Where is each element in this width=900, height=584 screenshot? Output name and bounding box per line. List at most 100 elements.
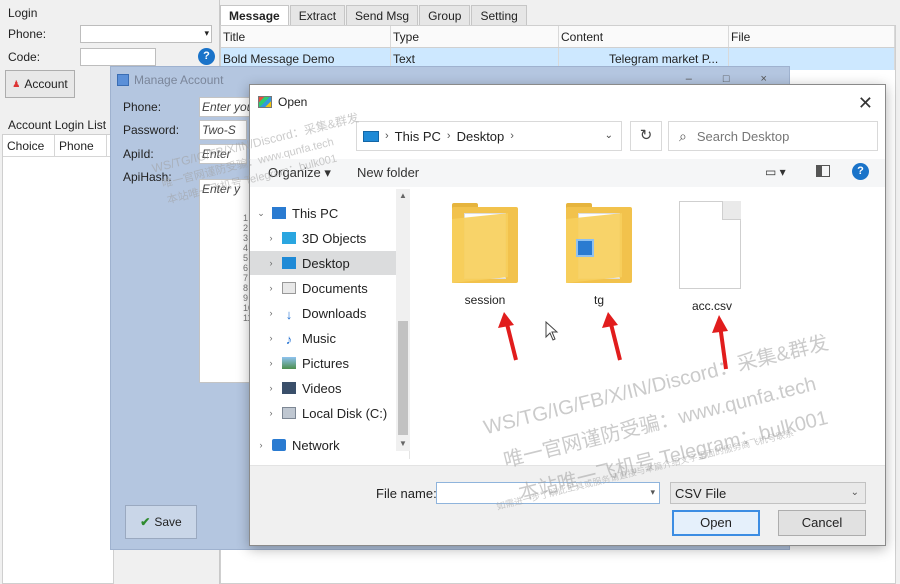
nav-downloads[interactable]: › ↓ Downloads	[250, 301, 396, 325]
chevron-right-icon[interactable]: ›	[266, 233, 276, 243]
chevron-down-icon[interactable]: ⌄	[851, 487, 859, 498]
scroll-down-icon[interactable]: ▼	[399, 439, 407, 448]
mouse-cursor-icon	[545, 321, 559, 341]
nav-pictures[interactable]: › Pictures	[250, 351, 396, 375]
nav-label: This PC	[292, 205, 339, 221]
account-list[interactable]: Choice Phone	[2, 134, 114, 584]
organize-button[interactable]: Organize ▾	[268, 165, 331, 181]
column-content[interactable]: Content	[559, 26, 729, 47]
nav-videos[interactable]: › Videos	[250, 376, 396, 400]
file-item-acc-csv[interactable]: acc.csv	[672, 201, 752, 313]
login-group-label: Login	[8, 6, 38, 20]
folder-icon	[452, 203, 518, 283]
app-logo-icon	[258, 96, 272, 108]
chevron-down-icon[interactable]: ▾	[650, 487, 655, 498]
file-type-value: CSV File	[675, 486, 727, 501]
cancel-button[interactable]: Cancel	[778, 510, 866, 536]
chevron-right-icon[interactable]: ›	[266, 258, 276, 268]
breadcrumb-desktop[interactable]: Desktop	[457, 129, 505, 144]
check-icon: ✔	[140, 515, 151, 529]
manage-apiid-input[interactable]: Enter	[199, 144, 247, 164]
chevron-right-icon[interactable]: ›	[266, 333, 276, 343]
column-title[interactable]: Title	[221, 26, 391, 47]
manage-apihash-placeholder: Enter y	[202, 182, 241, 196]
column-phone[interactable]: Phone	[55, 135, 107, 156]
nav-label: 3D Objects	[302, 230, 367, 246]
chevron-down-icon: ▾	[204, 28, 209, 38]
nav-documents[interactable]: › Documents	[250, 276, 396, 300]
preview-pane-icon[interactable]	[816, 165, 830, 177]
nav-this-pc[interactable]: ⌄ This PC	[250, 201, 396, 225]
nav-label: Network	[292, 437, 340, 453]
column-choice[interactable]: Choice	[3, 135, 55, 156]
chevron-right-icon[interactable]: ›	[510, 130, 514, 142]
open-button[interactable]: Open	[672, 510, 760, 536]
tab-setting[interactable]: Setting	[471, 5, 527, 25]
chevron-right-icon[interactable]: ›	[266, 283, 276, 293]
open-dialog: Open ✕ › This PC › Desktop › ⌄ ↻ ⌕ Searc…	[249, 84, 886, 546]
search-placeholder: Search Desktop	[696, 128, 790, 144]
chevron-right-icon[interactable]: ›	[266, 408, 276, 418]
picture-icon	[282, 357, 296, 369]
nav-scrollbar[interactable]: ▲ ▼	[396, 189, 410, 451]
chevron-right-icon[interactable]: ›	[385, 130, 389, 142]
manage-title: Manage Account	[134, 73, 224, 87]
refresh-icon[interactable]: ↻	[630, 121, 662, 151]
search-box[interactable]: ⌕ Search Desktop	[668, 121, 878, 151]
code-input[interactable]	[80, 48, 156, 66]
nav-label: Local Disk (C:)	[302, 405, 388, 421]
file-name-label: File name:	[376, 486, 437, 501]
new-folder-button[interactable]: New folder	[357, 165, 419, 180]
dialog-footer: File name: ▾ CSV File ⌄ Open Cancel	[250, 465, 885, 545]
nav-desktop[interactable]: › Desktop	[250, 251, 396, 275]
view-options-icon[interactable]: ▭ ▾	[765, 165, 786, 179]
address-bar[interactable]: › This PC › Desktop › ⌄	[356, 121, 622, 151]
column-file[interactable]: File	[729, 26, 895, 47]
nav-music[interactable]: › ♪ Music	[250, 326, 396, 350]
phone-combo[interactable]: ▾	[80, 25, 212, 43]
chevron-down-icon[interactable]: ⌄	[256, 208, 266, 219]
nav-local-disk[interactable]: › Local Disk (C:)	[250, 401, 396, 425]
app-icon	[117, 74, 129, 86]
chevron-right-icon[interactable]: ›	[266, 358, 276, 368]
manage-apiid-label: ApiId:	[123, 147, 154, 161]
file-name: acc.csv	[691, 299, 732, 313]
chevron-right-icon[interactable]: ›	[256, 440, 266, 450]
manage-password-input[interactable]: Two-S	[199, 120, 247, 140]
file-type-select[interactable]: CSV File ⌄	[670, 482, 866, 504]
manage-apihash-label: ApiHash:	[123, 170, 172, 184]
help-icon[interactable]: ?	[852, 163, 869, 180]
breadcrumb-this-pc[interactable]: This PC	[395, 129, 441, 144]
chevron-right-icon[interactable]: ›	[447, 130, 451, 142]
tab-group[interactable]: Group	[419, 5, 471, 25]
navigation-pane: ⌄ This PC › 3D Objects › Desktop › Docum…	[250, 189, 410, 459]
scroll-thumb[interactable]	[398, 321, 408, 435]
help-icon[interactable]: ?	[198, 48, 215, 65]
nav-network[interactable]: › Network	[250, 433, 396, 457]
close-icon[interactable]: ✕	[858, 93, 873, 114]
column-type[interactable]: Type	[391, 26, 559, 47]
file-item-session[interactable]: session	[445, 203, 525, 307]
scroll-up-icon[interactable]: ▲	[399, 191, 407, 200]
search-icon: ⌕	[679, 127, 687, 144]
save-button[interactable]: ✔ Save	[125, 505, 197, 539]
tab-message[interactable]: Message	[220, 5, 289, 25]
nav-label: Downloads	[302, 305, 367, 321]
chevron-down-icon[interactable]: ⌄	[605, 130, 613, 141]
tab-extract[interactable]: Extract	[289, 5, 346, 25]
tab-send-msg[interactable]: Send Msg	[346, 5, 419, 25]
document-icon	[282, 282, 296, 294]
chevron-right-icon[interactable]: ›	[266, 308, 276, 318]
nav-label: Pictures	[302, 355, 349, 371]
nav-3d-objects[interactable]: › 3D Objects	[250, 226, 396, 250]
file-name-input[interactable]: ▾	[436, 482, 660, 504]
nav-label: Desktop	[302, 255, 350, 271]
network-icon	[272, 439, 286, 451]
csv-file-icon	[679, 201, 745, 289]
chevron-right-icon[interactable]: ›	[266, 383, 276, 393]
computer-icon	[363, 130, 379, 142]
file-item-tg[interactable]: tg	[559, 203, 639, 307]
nav-label: Videos	[302, 380, 342, 396]
account-button[interactable]: ♟ Account	[5, 70, 75, 98]
computer-icon	[272, 207, 286, 219]
